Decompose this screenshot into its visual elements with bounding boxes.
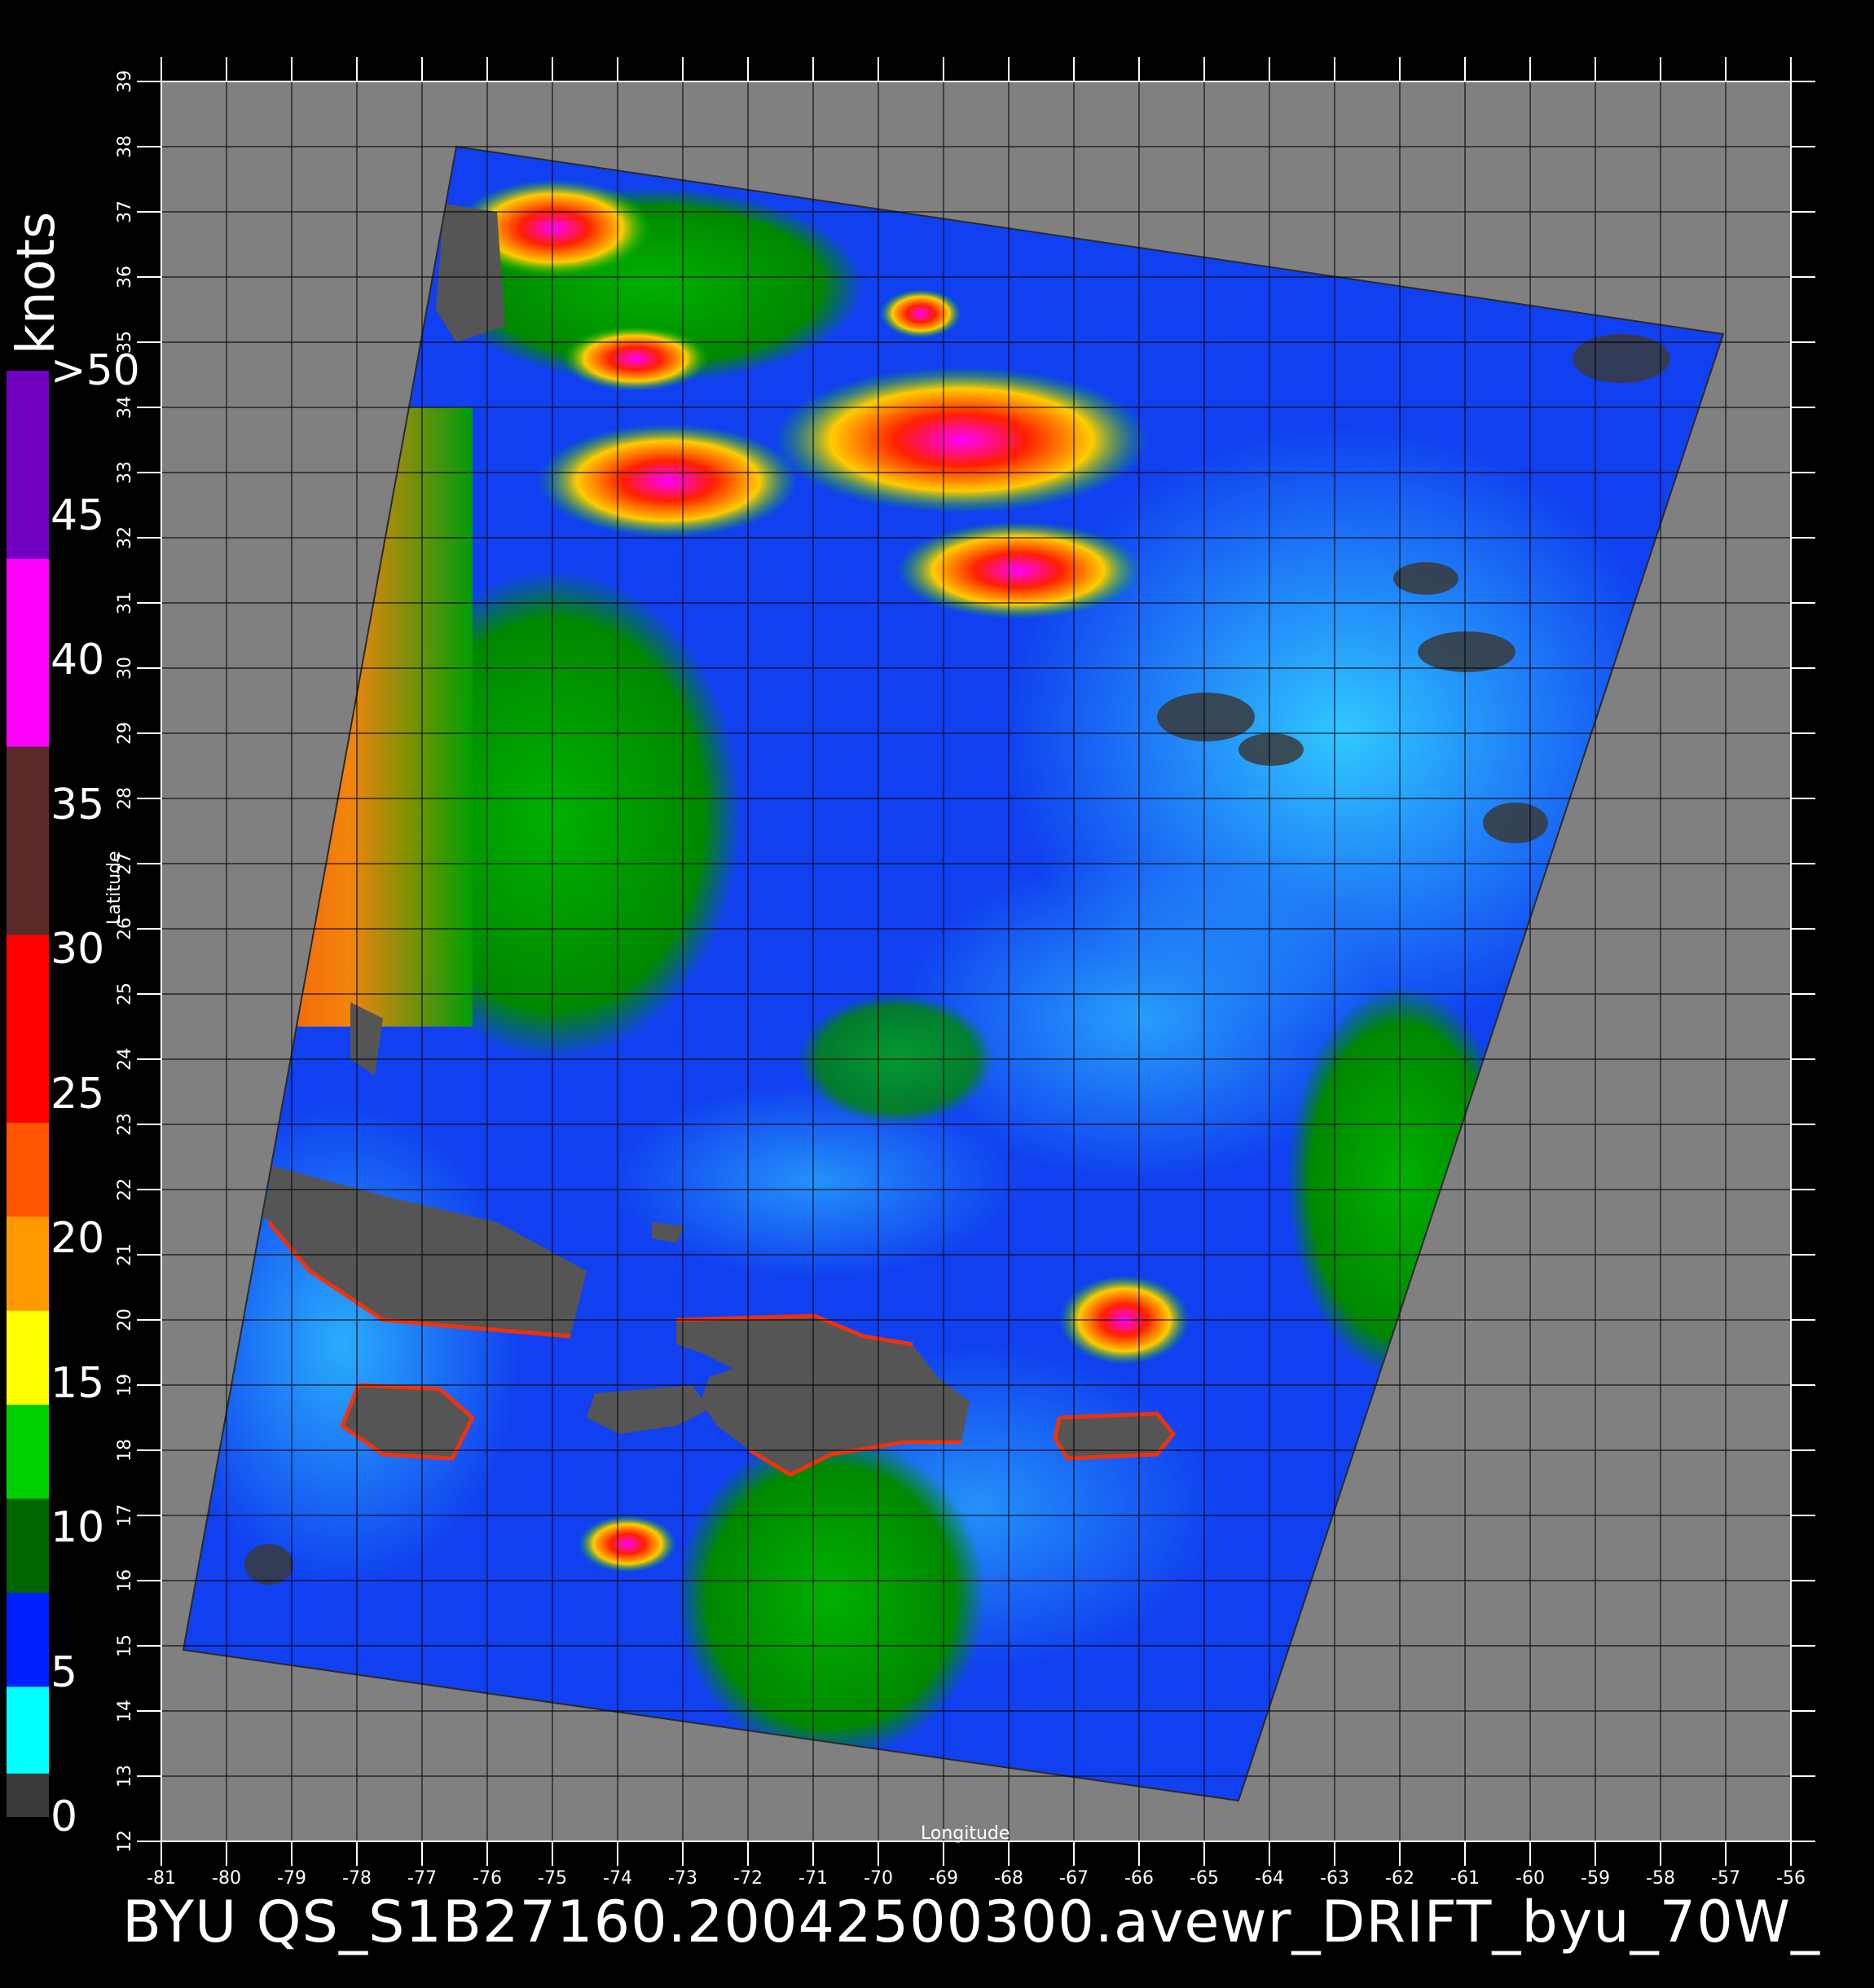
colorbar-tick-label: 20 — [51, 1214, 105, 1263]
colorbar-band — [7, 1773, 49, 1817]
lon-tick-label: -81 — [147, 1868, 176, 1889]
lat-tick-label: 32 — [115, 526, 135, 549]
colorbar-tick-label: 10 — [51, 1503, 105, 1552]
lat-tick-label: 15 — [115, 1634, 135, 1657]
lon-tick-label: -71 — [798, 1868, 828, 1889]
lat-tick-label: 31 — [115, 592, 135, 614]
wind-speed-colorbar — [7, 371, 49, 1817]
lat-tick-label: 21 — [115, 1243, 135, 1266]
colorbar-band — [7, 1592, 49, 1688]
lon-tick-label: -58 — [1646, 1868, 1675, 1889]
lat-tick-label: 34 — [115, 396, 135, 419]
lon-tick-label: -78 — [342, 1868, 372, 1889]
lat-tick-label: 13 — [115, 1765, 135, 1788]
lat-tick-label: 29 — [115, 722, 135, 745]
colorbar-band — [7, 1310, 49, 1406]
colorbar-tick-label: 15 — [51, 1358, 105, 1408]
colorbar-tick-label: 40 — [51, 636, 105, 684]
lat-tick-label: 14 — [115, 1700, 135, 1722]
lat-tick-label: 30 — [115, 657, 135, 680]
lat-tick-label: 25 — [115, 983, 135, 1005]
lat-tick-label: 17 — [115, 1504, 135, 1527]
lat-tick-label: 16 — [115, 1569, 135, 1592]
colorbar-band — [7, 1216, 49, 1312]
lon-tick-label: -74 — [603, 1868, 632, 1889]
colorbar-tick-label: 45 — [51, 490, 105, 540]
colorbar-tick-label: 5 — [51, 1647, 78, 1697]
colorbar-band — [7, 1687, 49, 1775]
lon-tick-label: -79 — [277, 1868, 306, 1889]
lon-tick-label: -60 — [1515, 1868, 1545, 1889]
file-title: BYU QS_S1B27160.20042500300.avewr_DRIFT_… — [122, 1889, 1820, 1955]
lon-tick-label: -66 — [1124, 1868, 1154, 1889]
lat-tick-label: 23 — [115, 1113, 135, 1136]
lat-tick-label: 20 — [115, 1308, 135, 1331]
lon-tick-label: -61 — [1450, 1868, 1480, 1889]
lat-tick-label: 12 — [115, 1830, 135, 1853]
latitude-axis-title: Latitude — [104, 851, 125, 925]
lat-tick-label: 22 — [115, 1178, 135, 1201]
lat-tick-label: 39 — [115, 70, 135, 93]
lon-tick-label: -67 — [1059, 1868, 1089, 1889]
lat-tick-label: 33 — [115, 461, 135, 484]
lon-tick-label: -72 — [733, 1868, 763, 1889]
lat-tick-label: 24 — [115, 1048, 135, 1071]
colorbar-band — [7, 1498, 49, 1594]
latitude-tick-labels: 1213141516171819202122232425262728293031… — [115, 70, 135, 1853]
lon-tick-label: -59 — [1581, 1868, 1610, 1889]
longitude-axis-title: Longitude — [921, 1823, 1010, 1844]
lon-tick-label: -57 — [1711, 1868, 1740, 1889]
lat-tick-label: 28 — [115, 787, 135, 810]
longitude-tick-labels: -81 -80 -79 -78 -77 -76 -75 -74 -73 -72 -71 -70 -69 -… — [147, 1868, 1806, 1889]
lon-tick-label: -73 — [668, 1868, 697, 1889]
lat-tick-label: 37 — [115, 200, 135, 223]
colorbar-tick-label: 25 — [51, 1069, 105, 1119]
lon-tick-label: -68 — [994, 1868, 1023, 1889]
lon-tick-label: -63 — [1320, 1868, 1349, 1889]
colorbar-band — [7, 1405, 49, 1500]
colorbar-band — [7, 935, 49, 1124]
colorbar-tick-label: 35 — [51, 780, 105, 829]
lat-tick-label: 18 — [115, 1439, 135, 1462]
lon-tick-label: -62 — [1385, 1868, 1414, 1889]
wind-map: -81 -80 -79 -78 -77 -76 -75 -74 -73 -72 -71 -70 -69 -… — [115, 57, 1815, 1889]
lon-tick-label: -80 — [212, 1868, 241, 1889]
lat-tick-label: 38 — [115, 135, 135, 158]
colorbar-band — [7, 558, 49, 748]
colorbar-tick-label: 30 — [51, 925, 105, 974]
lon-tick-label: -75 — [538, 1868, 567, 1889]
colorbar-band — [7, 746, 49, 936]
colorbar-unit: knots — [7, 211, 67, 354]
lon-tick-label: -65 — [1190, 1868, 1219, 1889]
lat-tick-label: 36 — [115, 266, 135, 288]
lon-tick-label: -64 — [1255, 1868, 1284, 1889]
lon-tick-label: -56 — [1776, 1868, 1806, 1889]
lon-tick-label: -70 — [864, 1868, 893, 1889]
lon-tick-label: -77 — [407, 1868, 437, 1889]
lon-tick-label: -76 — [473, 1868, 502, 1889]
colorbar-tick-label: >50 — [51, 346, 140, 395]
lat-tick-label: 19 — [115, 1374, 135, 1396]
colorbar-tick-label: 0 — [51, 1792, 78, 1841]
lon-tick-label: -69 — [929, 1868, 958, 1889]
colorbar-band — [7, 371, 49, 560]
colorbar-band — [7, 1123, 49, 1218]
